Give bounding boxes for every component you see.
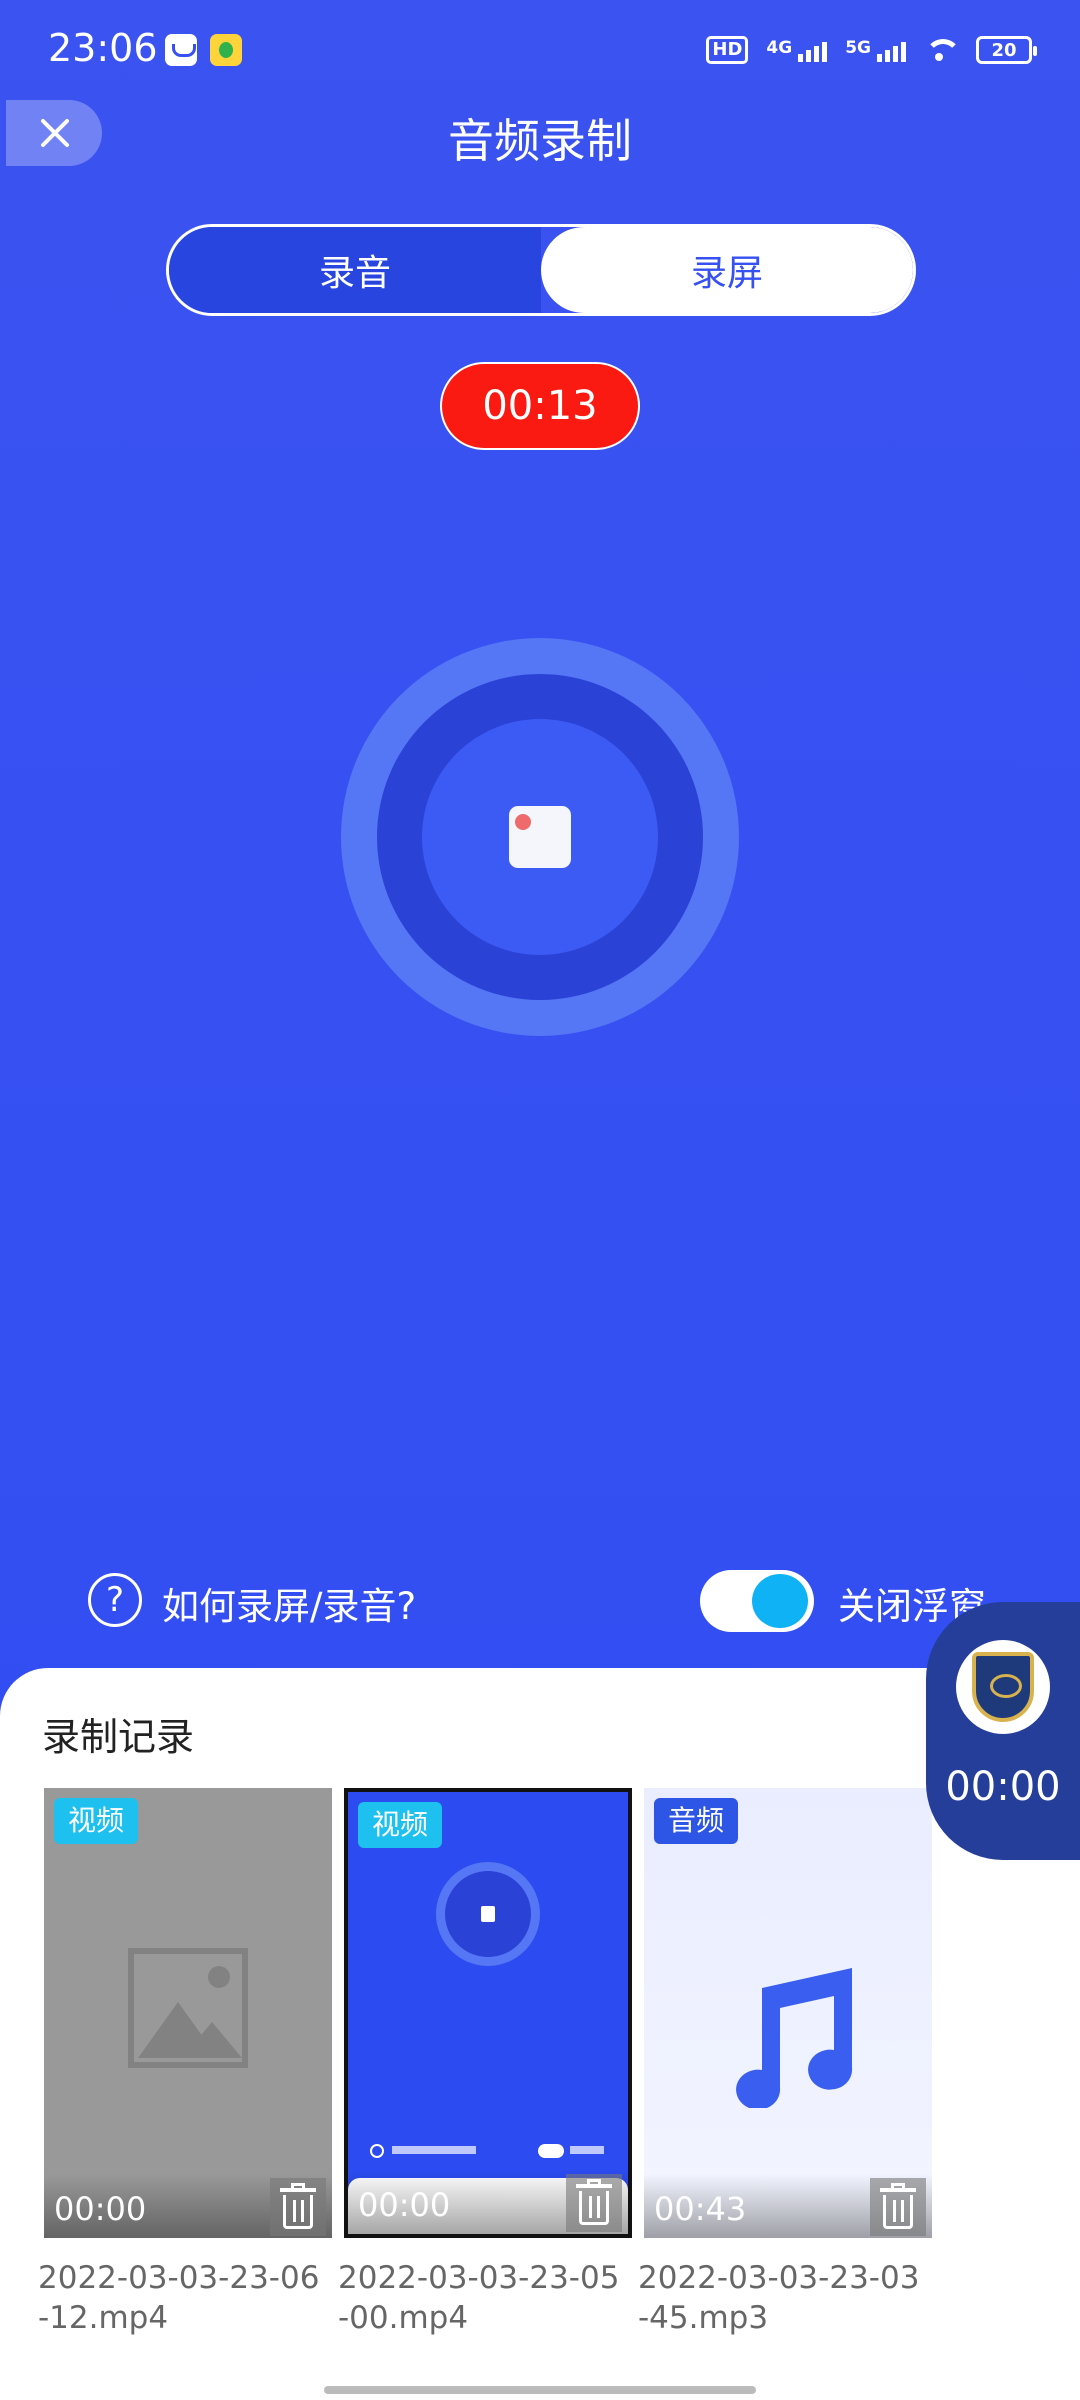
delete-button[interactable]	[270, 2178, 326, 2236]
screen-preview-row	[370, 2144, 614, 2160]
record-filename: 2022-03-03-23-03-45.mp3	[638, 2260, 920, 2336]
record-duration: 00:00	[54, 2190, 147, 2228]
mode-tabs: 录音 录屏	[166, 224, 916, 316]
trash-icon	[579, 2191, 609, 2225]
signal-5g-icon: 5G	[845, 38, 906, 62]
record-card[interactable]: 视频 00:00	[44, 1788, 332, 2238]
record-filename: 2022-03-03-23-06-12.mp4	[38, 2260, 320, 2336]
music-app-icon	[210, 34, 242, 66]
floating-window[interactable]: 00:00	[926, 1602, 1080, 1860]
screen-preview-record-icon	[436, 1862, 540, 1966]
floating-timer: 00:00	[945, 1764, 1061, 1810]
message-app-icon	[165, 34, 197, 66]
type-badge: 视频	[358, 1802, 443, 1848]
music-note-icon	[736, 1968, 853, 2108]
recording-dot-icon	[515, 814, 531, 830]
signal-4g-label: 4G	[766, 38, 793, 58]
help-link[interactable]: 如何录屏/录音?	[162, 1576, 416, 1630]
records-panel: 录制记录 视频 00:00 2022-03-03-23-06-12.mp4 视频…	[0, 1668, 1080, 2400]
float-window-toggle[interactable]	[700, 1570, 814, 1632]
toggle-knob	[752, 1574, 808, 1628]
tab-audio-record[interactable]: 录音	[169, 227, 541, 313]
status-time: 23:06	[48, 26, 158, 70]
delete-button[interactable]	[566, 2174, 622, 2232]
record-stop-button[interactable]	[341, 638, 739, 1036]
signal-4g-icon: 4G	[766, 38, 828, 62]
placeholder-image-icon	[128, 1948, 248, 2068]
record-filename: 2022-03-03-23-05-00.mp4	[338, 2260, 620, 2336]
record-button-core	[422, 719, 658, 955]
type-badge: 视频	[54, 1798, 139, 1844]
page-title: 音频录制	[448, 114, 632, 168]
trash-icon	[283, 2195, 313, 2229]
signal-5g-label: 5G	[845, 38, 871, 58]
type-badge: 音频	[654, 1798, 739, 1844]
record-card[interactable]: 视频 00:00	[344, 1788, 632, 2238]
record-duration: 00:43	[654, 2190, 747, 2228]
shield-logo-icon	[972, 1652, 1034, 1722]
recording-timer: 00:13	[440, 362, 640, 450]
wifi-icon	[924, 37, 958, 63]
delete-button[interactable]	[870, 2178, 926, 2236]
record-card[interactable]: 音频 00:43	[644, 1788, 932, 2238]
home-indicator[interactable]	[324, 2386, 756, 2394]
stop-icon	[509, 806, 571, 868]
hd-icon: HD	[706, 36, 749, 64]
record-button-ring	[377, 674, 703, 1000]
help-icon[interactable]: ?	[88, 1573, 142, 1627]
records-title: 录制记录	[42, 1715, 195, 1759]
battery-icon: 20	[976, 36, 1037, 64]
status-bar: 23:06 HD 4G 5G 20	[0, 0, 1080, 100]
record-duration: 00:00	[358, 2186, 451, 2224]
tab-screen-record[interactable]: 录屏	[541, 227, 913, 313]
floating-app-logo	[956, 1640, 1050, 1734]
trash-icon	[883, 2195, 913, 2229]
status-indicators: HD 4G 5G 20	[706, 28, 1037, 72]
